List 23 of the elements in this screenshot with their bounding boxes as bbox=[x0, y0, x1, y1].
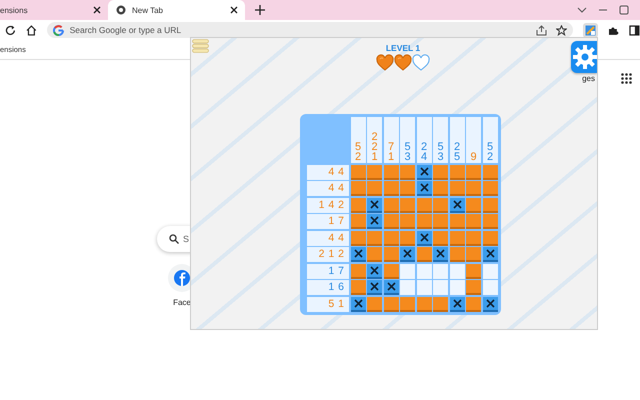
tab-title: New Tab bbox=[132, 6, 164, 14]
row-clue: 1 4 2 bbox=[307, 198, 349, 212]
row-clue: 1 7 bbox=[307, 214, 349, 229]
column-clue: 5 2 bbox=[354, 142, 362, 162]
column-clue: 2 4 bbox=[420, 142, 428, 162]
column-clue: 2 5 bbox=[454, 142, 460, 162]
row-clue: 5 1 bbox=[307, 296, 349, 312]
row-clue: 4 4 bbox=[307, 230, 349, 246]
level-title: LEVEL 1 bbox=[386, 43, 420, 53]
row-clue: 4 4 bbox=[307, 181, 349, 196]
column-clue: 5 3 bbox=[404, 142, 411, 162]
column-clue: 5 3 bbox=[437, 142, 444, 162]
column-clue: 7 1 bbox=[388, 142, 394, 162]
row-clue: 1 6 bbox=[307, 280, 349, 295]
address-placeholder: Search Google or type a URL bbox=[70, 25, 182, 35]
row-clue: 1 7 bbox=[307, 264, 349, 278]
column-clue: 2 2 1 bbox=[371, 132, 378, 162]
search-placeholder: S bbox=[183, 234, 190, 244]
tab-title: ensions bbox=[0, 6, 29, 14]
column-clue: 5 2 bbox=[486, 142, 494, 162]
column-clue: 9 bbox=[470, 152, 477, 162]
row-clue: 2 1 2 bbox=[307, 247, 349, 262]
row-clue: 4 4 bbox=[307, 164, 349, 180]
